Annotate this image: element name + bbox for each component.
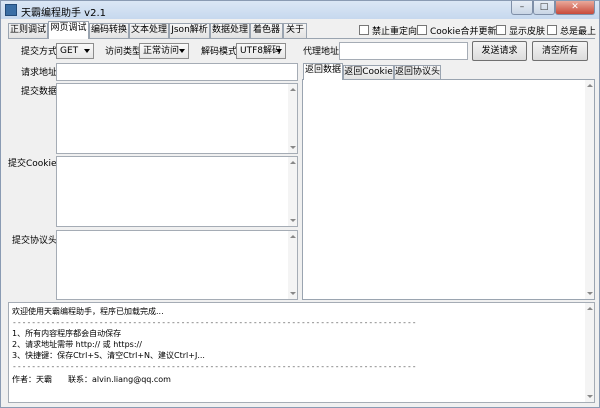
response-panel[interactable] [302,79,595,300]
main-window: 天霸编程助手 v2.1 – □ ✕ 正则调试 网页调试 编码转换 文本处理 Js… [0,0,600,408]
checkbox-box[interactable] [496,25,506,35]
log-welcome: 欢迎使用天霸编程助手，程序已加载完成... [12,307,164,316]
post-data-textarea[interactable] [56,83,298,154]
chevron-down-icon [179,49,185,53]
tab-json[interactable]: Json解析 [169,23,210,38]
scroll-down-icon[interactable] [587,395,593,398]
no-redirect-label: 禁止重定向 [372,27,418,37]
proxy-input[interactable] [339,42,468,60]
app-icon [5,4,17,16]
show-skin-label: 显示皮肤 [509,27,546,37]
always-on-top-label: 总是最上 [560,27,597,37]
decode-mode-label: 解码模式 [201,47,238,57]
post-cookie-label: 提交Cookie [8,159,57,169]
log-separator-2: ----------------------------------------… [12,362,417,371]
checkbox-box[interactable] [417,25,427,35]
scroll-up-icon[interactable] [290,88,296,91]
scroll-up-icon[interactable] [290,161,296,164]
log-tip-1: 1、所有内容程序都会自动保存 [12,329,122,338]
cookie-merge-checkbox[interactable]: Cookie合并更新 [417,25,497,37]
post-headers-label: 提交协议头 [12,236,58,246]
tab-about[interactable]: 关于 [283,23,307,38]
tab-encoding[interactable]: 编码转换 [89,23,129,38]
minimize-button[interactable]: – [511,1,533,15]
access-type-select[interactable]: 正常访问 [139,43,189,59]
scroll-down-icon[interactable] [587,292,593,295]
scroll-up-icon[interactable] [587,307,593,310]
tab-web-debug[interactable]: 网页调试 [48,21,89,39]
tab-response-headers[interactable]: 返回协议头 [394,65,441,80]
checkbox-box[interactable] [547,25,557,35]
access-type-value: 正常访问 [143,46,180,56]
method-label: 提交方式 [21,47,58,57]
post-cookie-textarea[interactable] [56,156,298,227]
post-data-scrollbar[interactable] [288,84,297,153]
log-separator-1: ----------------------------------------… [12,318,417,327]
window-title: 天霸编程助手 v2.1 [21,8,106,19]
tab-regex[interactable]: 正则调试 [8,23,48,38]
scroll-down-icon[interactable] [290,146,296,149]
tab-divider [8,38,595,39]
close-button[interactable]: ✕ [555,1,595,15]
chevron-down-icon [276,49,282,53]
cookie-merge-label: Cookie合并更新 [430,27,497,37]
log-tip-3: 3、快捷键：保存Ctrl+S、清空Ctrl+N、建议Ctrl+J... [12,351,205,360]
access-type-label: 访问类型 [105,47,142,57]
method-value: GET [60,46,79,56]
post-headers-textarea[interactable] [56,230,298,300]
chevron-down-icon [84,49,90,53]
scroll-up-icon[interactable] [290,235,296,238]
tab-text-process[interactable]: 文本处理 [129,23,169,38]
title-bar[interactable]: 天霸编程助手 v2.1 – □ ✕ [1,1,599,19]
scroll-up-icon[interactable] [587,84,593,87]
scroll-down-icon[interactable] [290,219,296,222]
tab-response-data[interactable]: 返回数据 [303,63,343,80]
log-author: 作者：天霸 联系：alvin.liang@qq.com [12,375,171,384]
post-cookie-scrollbar[interactable] [288,157,297,226]
clear-all-button[interactable]: 清空所有 [532,41,588,61]
log-scrollbar[interactable] [585,303,594,402]
scroll-down-icon[interactable] [290,292,296,295]
method-select[interactable]: GET [56,43,94,59]
maximize-button[interactable]: □ [533,1,555,15]
no-redirect-checkbox[interactable]: 禁止重定向 [359,25,417,37]
send-request-button[interactable]: 发送请求 [472,41,527,61]
url-input[interactable] [56,63,298,81]
response-scrollbar[interactable] [585,80,594,299]
proxy-label: 代理地址 [303,47,340,57]
always-on-top-checkbox[interactable]: 总是最上 [547,25,596,37]
tab-response-cookie[interactable]: 返回Cookie [343,65,394,80]
tab-shader[interactable]: 着色器 [250,23,283,38]
decode-mode-select[interactable]: UTF8解码 [236,43,286,59]
log-panel[interactable]: 欢迎使用天霸编程助手，程序已加载完成... ------------------… [8,302,595,403]
post-headers-scrollbar[interactable] [288,231,297,299]
show-skin-checkbox[interactable]: 显示皮肤 [496,25,545,37]
tab-data-process[interactable]: 数据处理 [210,23,250,38]
decode-mode-value: UTF8解码 [240,46,281,56]
post-data-label: 提交数据 [21,87,58,97]
url-label: 请求地址 [21,68,58,78]
checkbox-box[interactable] [359,25,369,35]
log-tip-2: 2、请求地址需带 http:// 或 https:// [12,340,142,349]
